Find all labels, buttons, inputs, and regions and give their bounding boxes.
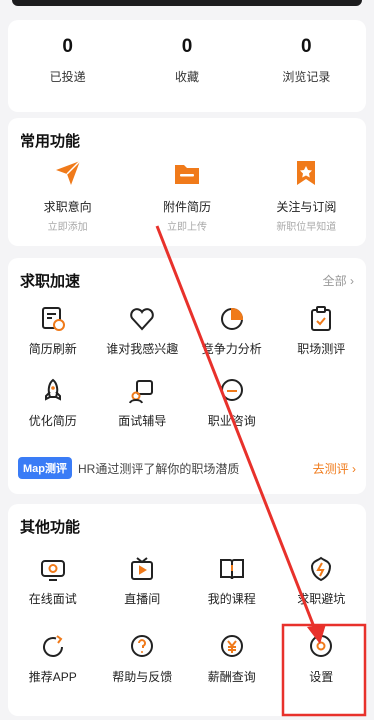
- my-courses-button[interactable]: 我的课程: [187, 554, 277, 607]
- job-acceleration-card: 求职加速 全部 › 简历刷新 谁对我感兴趣 竞争力分析 职场测评 优化简历 面试…: [8, 258, 366, 494]
- section-title: 其他功能: [20, 519, 81, 536]
- item-label: 关注与订阅: [276, 200, 337, 214]
- stat-value: 0: [181, 36, 193, 57]
- item-label: 设置: [309, 670, 334, 684]
- salary-query-button[interactable]: 薪酬查询: [187, 632, 277, 685]
- paper-plane-icon: [51, 156, 85, 190]
- online-interview-button[interactable]: 在线面试: [8, 554, 98, 607]
- item-sub: 立即添加: [47, 222, 88, 233]
- folder-icon: [170, 156, 204, 190]
- item-label: 薪酬查询: [207, 670, 256, 684]
- section-title: 常用功能: [20, 133, 81, 150]
- attachment-resume-button[interactable]: 附件简历 立即上传: [127, 156, 246, 233]
- item-label: 职场测评: [297, 342, 346, 356]
- heart-icon: [127, 304, 157, 334]
- item-label: 竞争力分析: [201, 342, 262, 356]
- career-assessment-button[interactable]: 职场测评: [277, 304, 367, 357]
- section-title: 求职加速: [20, 273, 81, 290]
- assessment-banner[interactable]: Map测评 HR通过测评了解你的职场潜质 去测评 ›: [18, 456, 356, 480]
- rocket-icon: [38, 376, 68, 406]
- item-label: 优化简历: [28, 414, 77, 428]
- camera-icon: [38, 554, 68, 584]
- job-intention-button[interactable]: 求职意向 立即添加: [8, 156, 127, 233]
- item-label: 面试辅导: [118, 414, 167, 428]
- clipboard-icon: [306, 304, 336, 334]
- resume-refresh-icon: [38, 304, 68, 334]
- stat-label: 收藏: [174, 70, 199, 84]
- stat-delivered[interactable]: 0 已投递: [8, 20, 127, 112]
- follow-subscribe-button[interactable]: 关注与订阅 新职位早知道: [247, 156, 366, 233]
- recommend-app-button[interactable]: 推荐APP: [8, 632, 98, 685]
- other-functions-card: 其他功能 在线面试 直播间 我的课程 求职避坑 推荐APP 帮助与反馈 薪酬查询…: [8, 504, 366, 716]
- interview-tutoring-button[interactable]: 面试辅导: [98, 376, 188, 429]
- resume-refresh-button[interactable]: 简历刷新: [8, 304, 98, 357]
- item-sub: 立即上传: [166, 222, 207, 233]
- bookmark-star-icon: [289, 156, 323, 190]
- common-functions-card: 常用功能 求职意向 立即添加 附件简历 立即上传 关注与订阅 新职位早知道: [8, 118, 366, 246]
- help-feedback-button[interactable]: 帮助与反馈: [98, 632, 188, 685]
- item-label: 帮助与反馈: [112, 670, 173, 684]
- item-label: 职业咨询: [207, 414, 256, 428]
- item-label: 求职意向: [43, 200, 92, 214]
- item-label: 直播间: [124, 592, 161, 606]
- go-assessment-link[interactable]: 去测评 ›: [313, 460, 356, 477]
- settings-icon: [306, 632, 336, 662]
- consult-icon: [217, 376, 247, 406]
- live-room-button[interactable]: 直播间: [98, 554, 188, 607]
- banner-text: HR通过测评了解你的职场潜质: [78, 461, 240, 476]
- stat-history[interactable]: 0 浏览记录: [247, 20, 366, 112]
- item-label: 我的课程: [207, 592, 256, 606]
- item-label: 推荐APP: [28, 670, 77, 684]
- yen-icon: [217, 632, 247, 662]
- book-icon: [217, 554, 247, 584]
- tv-icon: [127, 554, 157, 584]
- stat-label: 已投递: [49, 70, 86, 84]
- view-all-link[interactable]: 全部 ›: [323, 272, 354, 289]
- item-label: 在线面试: [28, 592, 77, 606]
- shield-bolt-icon: [306, 554, 336, 584]
- map-badge: Map测评: [18, 457, 72, 479]
- item-sub: 新职位早知道: [276, 222, 337, 233]
- help-icon: [127, 632, 157, 662]
- optimize-resume-button[interactable]: 优化简历: [8, 376, 98, 429]
- item-label: 求职避坑: [297, 592, 346, 606]
- stat-value: 0: [62, 36, 73, 57]
- stat-value: 0: [301, 36, 312, 57]
- stat-favorites[interactable]: 0 收藏: [127, 20, 246, 112]
- share-icon: [38, 632, 68, 662]
- tutor-icon: [127, 376, 157, 406]
- avoid-pitfalls-button[interactable]: 求职避坑: [277, 554, 367, 607]
- item-label: 简历刷新: [28, 342, 77, 356]
- career-consult-button[interactable]: 职业咨询: [187, 376, 277, 429]
- stats-card: 0 已投递 0 收藏 0 浏览记录: [8, 20, 366, 112]
- item-label: 附件简历: [162, 200, 211, 214]
- competitiveness-button[interactable]: 竞争力分析: [187, 304, 277, 357]
- pie-chart-icon: [217, 304, 247, 334]
- item-label: 谁对我感兴趣: [106, 342, 179, 356]
- who-interested-button[interactable]: 谁对我感兴趣: [98, 304, 188, 357]
- settings-button[interactable]: 设置: [277, 632, 367, 685]
- status-bar: [0, 0, 374, 14]
- stat-label: 浏览记录: [282, 70, 331, 84]
